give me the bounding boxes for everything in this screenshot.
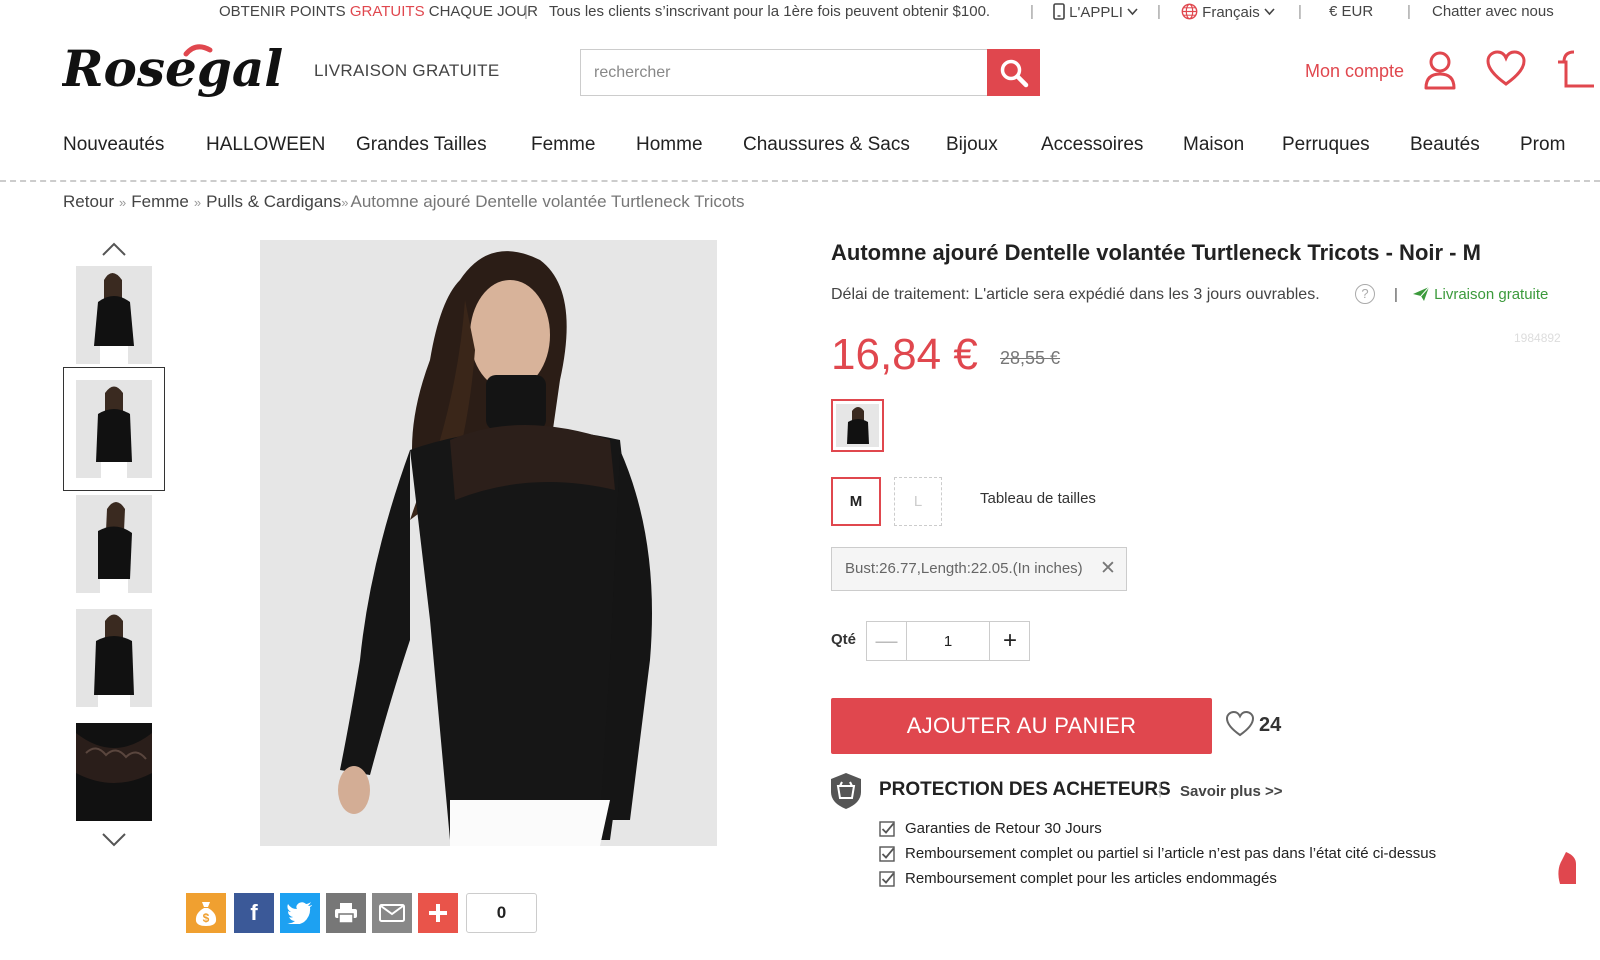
share-points-button[interactable]: $ [186, 893, 226, 933]
checkbox-checked-icon [879, 870, 895, 887]
processing-time: Délai de traitement: L'article sera expé… [831, 286, 1320, 303]
nav-item-homme[interactable]: Homme [636, 134, 703, 156]
add-to-cart-button[interactable]: AJOUTER AU PANIER [831, 698, 1212, 754]
chat-link[interactable]: Chatter avec nous [1432, 3, 1554, 20]
search-bar [580, 49, 1040, 96]
product-title: Automne ajouré Dentelle volantée Turtlen… [831, 240, 1481, 265]
points-promo[interactable]: OBTENIR POINTS GRATUITS CHAQUE JOUR [219, 3, 538, 20]
main-nav: Nouveautés HALLOWEEN Grandes Tailles Fem… [0, 134, 1600, 164]
plane-icon [1413, 286, 1430, 301]
close-icon[interactable]: ✕ [1100, 557, 1116, 580]
facebook-icon: f [250, 900, 258, 925]
size-chart-link[interactable]: Tableau de tailles [980, 490, 1096, 507]
money-bag-icon: $ [195, 902, 217, 926]
product-thumbnail[interactable] [76, 609, 152, 707]
free-shipping-badge: Livraison gratuite [1412, 286, 1548, 303]
nav-item-maison[interactable]: Maison [1183, 134, 1244, 156]
svg-text:Rosegal: Rosegal [62, 39, 283, 98]
nav-item-grandes-tailles[interactable]: Grandes Tailles [356, 134, 487, 156]
free-shipping-label: LIVRAISON GRATUITE [314, 61, 500, 80]
product-thumbnail[interactable] [76, 266, 152, 364]
twitter-share-button[interactable] [280, 893, 320, 933]
product-sku: 1984892 [1514, 331, 1561, 345]
quantity-input[interactable]: 1 [907, 622, 990, 660]
divider: | [1158, 781, 1163, 798]
guarantee-item: Remboursement complet ou partiel si l’ar… [879, 845, 1436, 862]
heart-icon[interactable] [1486, 50, 1526, 93]
nav-item-accessoires[interactable]: Accessoires [1041, 134, 1143, 156]
nav-item-prom[interactable]: Prom [1520, 134, 1565, 156]
breadcrumb-link[interactable]: Pulls & Cardigans [206, 192, 341, 211]
nav-item-femme[interactable]: Femme [531, 134, 595, 156]
guarantee-item: Garanties de Retour 30 Jours [879, 820, 1102, 837]
nav-item-nouveautes[interactable]: Nouveautés [63, 134, 164, 156]
breadcrumb-link[interactable]: Retour [63, 192, 114, 211]
print-icon [335, 903, 357, 924]
app-menu[interactable]: L'APPLI [1053, 3, 1138, 21]
plus-icon [429, 904, 447, 922]
thumbs-prev-arrow[interactable] [101, 241, 127, 257]
rosegal-logo[interactable]: Rosegal [60, 34, 294, 114]
breadcrumb: Retour» Femme» Pulls & Cardigans» Automne a… [63, 192, 745, 211]
wishlist-count: 24 [1259, 714, 1282, 736]
search-icon [1000, 59, 1028, 87]
size-option-m[interactable]: M [831, 477, 881, 526]
product-thumbnail-selected[interactable] [63, 367, 165, 491]
checkbox-checked-icon [879, 845, 895, 862]
email-share-button[interactable] [372, 893, 412, 933]
svg-text:$: $ [203, 911, 210, 925]
chevron-down-icon [1264, 8, 1275, 16]
shield-basket-icon [830, 772, 862, 810]
breadcrumb-link[interactable]: Femme [131, 192, 189, 211]
user-icon[interactable] [1423, 50, 1457, 95]
search-button[interactable] [987, 49, 1040, 96]
help-icon[interactable]: ? [1355, 284, 1375, 304]
language-select[interactable]: Français [1181, 3, 1275, 21]
quantity-decrease-button[interactable]: — [867, 622, 907, 660]
wishlist-heart-icon[interactable] [1225, 710, 1255, 738]
product-thumbnail[interactable] [76, 495, 152, 593]
quantity-increase-button[interactable]: + [990, 622, 1030, 660]
size-option-l[interactable]: L [894, 477, 942, 526]
twitter-icon [287, 902, 312, 924]
breadcrumb-current: Automne ajouré Dentelle volantée Turtlen… [350, 192, 745, 211]
share-count: 0 [466, 893, 537, 933]
cart-icon[interactable] [1554, 50, 1600, 95]
size-measurements: Bust:26.77,Length:22.05.(In inches) ✕ [831, 547, 1127, 591]
chevron-down-icon [1127, 8, 1138, 16]
learn-more-link[interactable]: Savoir plus >> [1180, 783, 1283, 800]
original-price: 28,55 € [1000, 348, 1061, 368]
facebook-share-button[interactable]: f [234, 893, 274, 933]
nav-item-bijoux[interactable]: Bijoux [946, 134, 998, 156]
quantity-stepper: — 1 + [866, 621, 1030, 661]
globe-icon [1181, 3, 1198, 20]
top-bar: OBTENIR POINTS GRATUITS CHAQUE JOUR | To… [219, 3, 1554, 21]
nav-divider [0, 180, 1600, 183]
guarantee-item: Remboursement complet pour les articles … [879, 870, 1277, 887]
more-share-button[interactable] [418, 893, 458, 933]
nav-item-beautes[interactable]: Beautés [1410, 134, 1480, 156]
currency-select[interactable]: € EUR [1329, 3, 1373, 20]
product-main-image[interactable] [260, 240, 717, 846]
phone-icon [1053, 3, 1065, 20]
search-input[interactable] [581, 50, 988, 95]
quantity-label: Qté [831, 631, 857, 648]
color-swatch-noir[interactable] [831, 399, 884, 452]
checkbox-checked-icon [879, 820, 895, 837]
product-thumbnail[interactable] [76, 723, 152, 821]
nav-item-chaussures-sacs[interactable]: Chaussures & Sacs [743, 134, 910, 156]
current-price: 16,84 € [831, 330, 978, 379]
nav-item-perruques[interactable]: Perruques [1282, 134, 1370, 156]
email-icon [379, 904, 405, 922]
account-link[interactable]: Mon compte [1305, 61, 1404, 82]
nav-item-halloween[interactable]: HALLOWEEN [206, 134, 325, 156]
print-button[interactable] [326, 893, 366, 933]
signup-promo[interactable]: Tous les clients s’inscrivant pour la 1è… [549, 3, 990, 20]
buyer-protection-title: PROTECTION DES ACHETEURS [879, 779, 1171, 800]
divider: | [1394, 286, 1398, 303]
floating-pin-icon[interactable] [1556, 850, 1576, 884]
thumbs-next-arrow[interactable] [101, 832, 127, 848]
